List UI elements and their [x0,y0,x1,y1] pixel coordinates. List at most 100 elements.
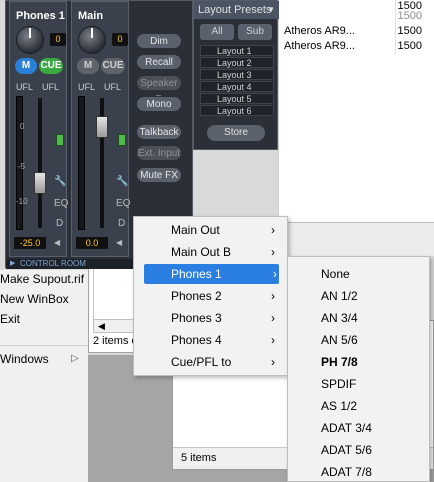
menu-item-phones-4[interactable]: Phones 4 › [134,330,287,350]
item-count: 5 items [181,452,217,464]
eq-button[interactable]: EQ [116,198,130,209]
ufl-label: UFL [16,82,34,92]
chevron-down-icon[interactable]: ▼ [267,1,275,19]
submenu-item-adat-3-4[interactable]: ADAT 3/4 [288,418,429,438]
table-footer [278,222,434,256]
submenu-item-label: ADAT 5/6 [321,443,372,457]
submenu-item-label: None [321,267,350,281]
submenu-item-label: AN 3/4 [321,311,358,325]
control-room-label: CONTROL ROOM [20,259,86,268]
submenu-item-adat-7-8[interactable]: ADAT 7/8 [288,462,429,482]
menu-item-main-out-b[interactable]: Main Out B › [134,242,287,262]
ufl-label: UFL [42,82,60,92]
menu-item-label: Cue/PFL to [171,355,232,369]
speaker-b-button[interactable]: Speaker B [136,75,182,105]
channel-strip-main: Main 0 M CUE UFL UFL 🔧 EQ D 0.0 ◀ [71,1,130,257]
cue-button[interactable]: CUE [101,58,125,74]
gain-knob[interactable] [78,26,106,54]
volume-fader[interactable] [34,172,46,194]
submenu-item-label: ADAT 3/4 [321,421,372,435]
row-mtu: 1500 [397,25,422,37]
gain-readout: 0 [112,33,128,46]
level-mark: 0 [20,122,25,131]
store-button[interactable]: Store [207,125,265,141]
row-mtu: 1500 [397,10,422,22]
tab-all[interactable]: All [200,24,234,40]
submenu-item-ph-7-8[interactable]: PH 7/8 [288,352,429,372]
volume-fader[interactable] [96,116,108,138]
submenu-item-label: AS 1/2 [321,399,358,413]
mute-button[interactable]: M [77,58,99,74]
d-button[interactable]: D [118,218,125,229]
row-name: Atheros AR9... [284,25,355,37]
interfaces-table: 1500 1500 Atheros AR9... 1500 Atheros AR… [278,0,434,240]
table-row[interactable]: Atheros AR9... 1500 [279,39,434,54]
menu-item-new-winbox[interactable]: New WinBox [0,289,88,309]
chevron-right-icon: › [271,355,275,369]
cue-button[interactable]: CUE [39,58,63,74]
layout-presets-panel: Layout Presets ▼ All Sub Layout 1 Layout… [193,0,279,150]
menu-item-cue-pfl-to[interactable]: Cue/PFL to › [134,352,287,372]
submenu-item-label: PH 7/8 [321,355,358,369]
row-name: Atheros AR9... [284,40,355,52]
strip-title: Main [78,10,104,22]
table-row[interactable]: 1500 [279,9,434,24]
submenu-item-spdif[interactable]: SPDIF [288,374,429,394]
gain-readout: 0 [50,33,66,46]
pan-handle[interactable] [118,134,126,146]
scroll-left-icon[interactable]: ◀ [98,320,105,333]
menu-item-exit[interactable]: Exit [0,309,88,329]
submenu-item-adat-5-6[interactable]: ADAT 5/6 [288,440,429,460]
menu-item-label: Phones 1 [171,267,222,281]
presets-header[interactable]: Layout Presets ▼ [194,1,279,19]
talkback-button[interactable]: Talkback [136,124,182,140]
submenu-item-an-1-2[interactable]: AN 1/2 [288,286,429,306]
table-row[interactable]: Atheros AR9... 1500 [279,24,434,39]
submenu-item-an-5-6[interactable]: AN 5/6 [288,330,429,350]
submenu-item-as-1-2[interactable]: AS 1/2 [288,396,429,416]
preset-layout-6[interactable]: Layout 6 [200,105,274,116]
submenu-item-none[interactable]: None [288,264,429,284]
expand-icon[interactable]: ▶ [10,259,15,269]
pan-handle[interactable] [56,134,64,146]
chevron-right-icon: › [271,311,275,325]
ufl-label: UFL [104,82,122,92]
winbox-side-menu: Make Supout.rif New WinBox Exit Windows [0,270,88,482]
menu-item-label: New WinBox [0,292,69,306]
eq-button[interactable]: EQ [54,198,68,209]
arrow-left-icon[interactable]: ◀ [54,238,60,247]
preset-layout-5[interactable]: Layout 5 [200,93,274,104]
chevron-right-icon: › [271,333,275,347]
gain-knob[interactable] [16,26,44,54]
menu-item-make-supout[interactable]: Make Supout.rif [0,269,88,289]
arrow-left-icon[interactable]: ◀ [116,238,122,247]
ext-input-button[interactable]: Ext. Input [136,145,182,161]
channel-strip-phones-1: Phones 1 0 M CUE UFL UFL 0 -5 -10 🔧 EQ D… [9,1,68,257]
mute-fx-button[interactable]: Mute FX [136,167,182,183]
submenu-item-an-3-4[interactable]: AN 3/4 [288,308,429,328]
dim-button[interactable]: Dim [136,33,182,49]
menu-item-label: Phones 3 [171,311,222,325]
preset-layout-4[interactable]: Layout 4 [200,81,274,92]
output-context-menu: Main Out › Main Out B › Phones 1 › Phone… [133,216,288,376]
menu-item-main-out[interactable]: Main Out › [134,220,287,240]
preset-layout-2[interactable]: Layout 2 [200,57,274,68]
preset-layout-1[interactable]: Layout 1 [200,45,274,56]
tab-sub[interactable]: Sub [238,24,272,40]
mono-button[interactable]: Mono [136,96,182,112]
mute-button[interactable]: M [15,58,37,74]
preset-layout-3[interactable]: Layout 3 [200,69,274,80]
recall-button[interactable]: Recall [136,54,182,70]
presets-title: Layout Presets [198,4,272,16]
submenu-item-label: ADAT 7/8 [321,465,372,479]
chevron-right-icon: › [271,245,275,259]
menu-item-phones-1[interactable]: Phones 1 › [144,264,279,284]
row-mtu: 1500 [397,40,422,52]
menu-item-phones-2[interactable]: Phones 2 › [134,286,287,306]
wrench-icon[interactable]: 🔧 [54,176,66,187]
wrench-icon[interactable]: 🔧 [116,176,128,187]
menu-item-label: Phones 2 [171,289,222,303]
menu-item-label: Exit [0,312,21,326]
d-button[interactable]: D [56,218,63,229]
menu-item-phones-3[interactable]: Phones 3 › [134,308,287,328]
